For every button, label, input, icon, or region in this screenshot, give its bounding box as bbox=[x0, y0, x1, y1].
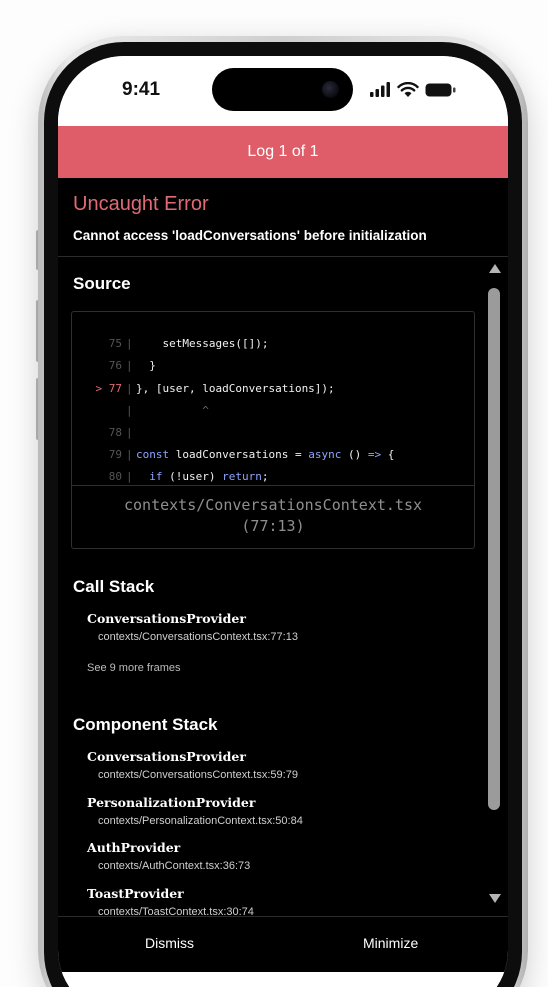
code-line: 79 | const loadConversations = async () =>… bbox=[72, 435, 472, 461]
dismiss-button[interactable]: Dismiss bbox=[145, 935, 194, 951]
status-icons bbox=[370, 82, 460, 98]
call-stack-frame-name[interactable]: ConversationsProvider bbox=[87, 611, 246, 626]
see-more-frames-button[interactable]: See 9 more frames bbox=[87, 662, 181, 674]
code-line-caret: | ^ bbox=[72, 391, 472, 417]
component-frame-name[interactable]: PersonalizationProvider bbox=[87, 795, 255, 810]
code-line: 80 | if (!user) return; bbox=[72, 457, 472, 483]
scrollbar-thumb[interactable] bbox=[488, 288, 500, 810]
log-counter: Log 1 of 1 bbox=[247, 143, 319, 160]
source-file-link[interactable]: contexts/ConversationsContext.tsx (77:13… bbox=[72, 495, 474, 537]
divider bbox=[58, 256, 508, 257]
home-indicator-area bbox=[58, 972, 508, 987]
source-file-path: contexts/ConversationsContext.tsx bbox=[123, 496, 422, 514]
component-frame-name[interactable]: ConversationsProvider bbox=[87, 749, 246, 764]
component-frame-name[interactable]: AuthProvider bbox=[87, 840, 180, 855]
source-title: Source bbox=[73, 274, 131, 293]
code-line: 76 | } bbox=[72, 346, 472, 372]
call-stack-frame-location[interactable]: contexts/ConversationsContext.tsx:77:13 bbox=[98, 631, 298, 643]
status-time: 9:41 bbox=[122, 79, 161, 100]
dynamic-island bbox=[212, 68, 353, 111]
component-stack-title: Component Stack bbox=[73, 715, 218, 734]
phone-screen: 9:41 Log 1 of 1 Uncaught Error Cannot ac… bbox=[58, 56, 508, 987]
battery-icon bbox=[425, 83, 456, 97]
code-line-active: > 77 |}, [user, loadConversations]); bbox=[72, 369, 472, 395]
code-line: 75 | setMessages([]); bbox=[72, 324, 472, 350]
signal-icon bbox=[370, 82, 390, 97]
status-bar: 9:41 bbox=[58, 56, 508, 126]
code-frame[interactable]: 75 | setMessages([]); 76 | } > 77 |}, [user… bbox=[71, 311, 475, 549]
scroll-up-arrow-icon[interactable] bbox=[489, 264, 501, 273]
code-divider bbox=[72, 485, 474, 486]
component-frame-location[interactable]: contexts/PersonalizationContext.tsx:50:8… bbox=[98, 815, 303, 827]
source-file-position: (77:13) bbox=[241, 517, 305, 535]
call-stack-title: Call Stack bbox=[73, 577, 155, 596]
log-header: Log 1 of 1 bbox=[58, 126, 508, 178]
component-frame-location[interactable]: contexts/AuthContext.tsx:36:73 bbox=[98, 860, 250, 872]
page: 9:41 Log 1 of 1 Uncaught Error Cannot ac… bbox=[0, 0, 548, 987]
component-frame-location[interactable]: contexts/ConversationsContext.tsx:59:79 bbox=[98, 769, 298, 781]
scrollbar[interactable] bbox=[484, 256, 504, 912]
error-overlay: Uncaught Error Cannot access 'loadConver… bbox=[58, 178, 508, 916]
component-frame-location[interactable]: contexts/ToastContext.tsx:30:74 bbox=[98, 906, 254, 916]
error-message: Cannot access 'loadConversations' before… bbox=[73, 228, 427, 243]
code-line: 78 | bbox=[72, 413, 472, 439]
line-number: 80 bbox=[108, 470, 122, 483]
overlay-footer: Dismiss Minimize bbox=[58, 916, 508, 973]
line-bar: | bbox=[126, 470, 133, 483]
minimize-button[interactable]: Minimize bbox=[363, 935, 418, 951]
camera-icon bbox=[322, 81, 339, 98]
code-text: if (!user) return; bbox=[149, 470, 269, 483]
component-frame-name[interactable]: ToastProvider bbox=[87, 886, 184, 901]
wifi-icon bbox=[397, 82, 419, 97]
scroll-down-arrow-icon[interactable] bbox=[489, 894, 501, 903]
error-title: Uncaught Error bbox=[73, 193, 209, 215]
